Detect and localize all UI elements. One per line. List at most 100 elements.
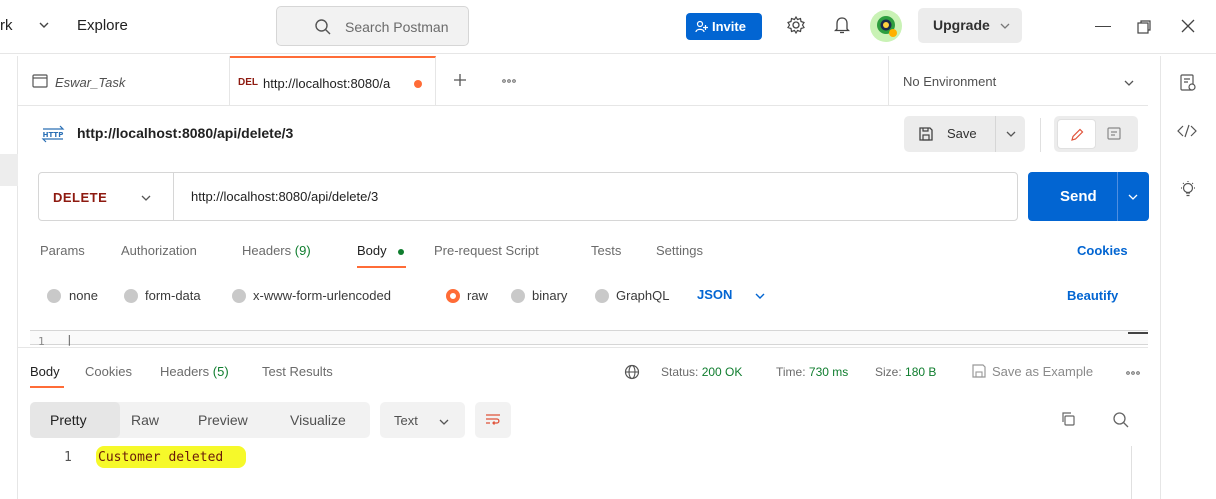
tab-pre-request-script[interactable]: Pre-request Script [434, 243, 539, 258]
cookies-link[interactable]: Cookies [1077, 243, 1128, 258]
view-preview-button[interactable]: Preview [198, 412, 248, 428]
url-input[interactable]: http://localhost:8080/api/delete/3 [191, 189, 378, 204]
divider [1040, 118, 1041, 152]
time-value: 730 ms [808, 365, 849, 379]
restore-icon[interactable] [1136, 19, 1152, 35]
response-format-label: Text [394, 413, 418, 428]
response-time: Time: 730 ms [776, 365, 848, 379]
view-toggle-group [1054, 116, 1138, 152]
editor-resize-handle[interactable] [1128, 332, 1148, 334]
globe-icon[interactable] [624, 364, 640, 380]
view-visualize-button[interactable]: Visualize [290, 412, 346, 428]
view-pretty-label: Pretty [50, 412, 87, 428]
save-icon [918, 126, 934, 142]
body-indicator-dot [398, 249, 404, 255]
more-icon[interactable] [502, 79, 516, 83]
tab-settings[interactable]: Settings [656, 243, 703, 258]
upgrade-button[interactable]: Upgrade [918, 8, 1022, 43]
tab-body[interactable]: Body [357, 243, 387, 258]
comment-icon[interactable] [1106, 126, 1122, 142]
edit-mode-button[interactable] [1057, 119, 1096, 149]
response-tab-cookies[interactable]: Cookies [85, 364, 132, 379]
divider [18, 347, 1148, 348]
response-format-select[interactable]: Text [380, 402, 465, 438]
size-label: Size: [875, 365, 902, 379]
tab-tests[interactable]: Tests [591, 243, 621, 258]
chevron-down-icon[interactable] [1127, 192, 1139, 202]
response-status: Status: 200 OK [661, 365, 742, 379]
workspace-name[interactable]: rk [0, 17, 13, 34]
environment-quick-look-icon[interactable] [1179, 74, 1197, 92]
chevron-down-icon [1123, 78, 1135, 88]
bell-icon[interactable] [834, 15, 850, 35]
environment-select[interactable]: No Environment [888, 56, 1148, 106]
close-icon[interactable] [1180, 18, 1196, 34]
view-raw-button[interactable]: Raw [131, 412, 159, 428]
invite-button[interactable]: Invite [686, 13, 762, 40]
response-line-number: 1 [64, 450, 72, 465]
radio-graphql[interactable] [595, 289, 609, 303]
code-icon[interactable] [1177, 124, 1197, 138]
tab-headers[interactable]: Headers (9) [242, 243, 311, 258]
save-options-button[interactable] [995, 116, 1025, 152]
response-tab-headers[interactable]: Headers (5) [160, 364, 229, 379]
unsaved-dot [414, 80, 422, 88]
divider [1117, 172, 1118, 221]
save-as-example-button[interactable]: Save as Example [992, 364, 1093, 379]
time-label: Time: [776, 365, 806, 379]
save-label: Save [947, 126, 977, 141]
beautify-link[interactable]: Beautify [1067, 288, 1118, 303]
tab-params[interactable]: Params [40, 243, 85, 258]
copy-icon[interactable] [1060, 411, 1076, 427]
svg-text:HTTP: HTTP [43, 131, 64, 139]
response-tab-body[interactable]: Body [30, 364, 60, 379]
response-tab-test-results[interactable]: Test Results [262, 364, 333, 379]
radio-form-data[interactable] [124, 289, 138, 303]
minimize-icon[interactable] [1095, 26, 1111, 27]
response-scrollbar[interactable] [1131, 446, 1132, 499]
avatar[interactable] [869, 9, 903, 43]
tab-label: Eswar_Task [55, 75, 126, 90]
body-format-select[interactable]: JSON [697, 287, 732, 302]
tab-delete-request[interactable]: DEL http://localhost:8080/a [230, 56, 436, 106]
environment-label: No Environment [903, 74, 997, 89]
response-headers-count: (5) [212, 364, 229, 379]
radio-binary[interactable] [511, 289, 525, 303]
headers-count: (9) [294, 243, 311, 258]
chevron-down-icon [999, 21, 1011, 31]
invite-label: Invite [712, 19, 746, 34]
pencil-icon [1070, 128, 1084, 142]
chevron-down-icon [140, 193, 152, 203]
response-body-text: Customer deleted [98, 450, 224, 465]
response-size: Size: 180 B [875, 365, 936, 379]
send-button[interactable]: Send [1028, 172, 1149, 221]
body-editor[interactable] [30, 330, 1148, 345]
plus-icon[interactable] [453, 73, 467, 87]
lightbulb-icon[interactable] [1179, 180, 1197, 200]
send-label: Send [1060, 188, 1097, 205]
tab-authorization[interactable]: Authorization [121, 243, 197, 258]
radio-raw[interactable] [446, 289, 460, 303]
tab-workspace-overview[interactable]: Eswar_Task [18, 56, 230, 106]
method-select[interactable]: DELETE [39, 173, 174, 220]
window-icon [32, 74, 48, 88]
more-icon[interactable] [1126, 371, 1140, 375]
search-icon[interactable] [1112, 411, 1130, 429]
chevron-down-icon[interactable] [754, 291, 766, 301]
radio-none[interactable] [47, 289, 61, 303]
size-value: 180 B [905, 365, 937, 379]
sidebar-marker [0, 154, 18, 186]
radio-urlencoded[interactable] [232, 289, 246, 303]
explore-link[interactable]: Explore [77, 17, 128, 34]
status-value: 200 OK [701, 365, 743, 379]
http-icon: HTTP [40, 125, 66, 143]
save-button[interactable]: Save [904, 116, 1025, 152]
request-name[interactable]: http://localhost:8080/api/delete/3 [77, 125, 293, 141]
active-tab-underline [30, 386, 64, 388]
gear-icon[interactable] [786, 15, 806, 35]
chevron-down-icon[interactable] [38, 20, 50, 30]
wrap-lines-button[interactable] [475, 402, 511, 438]
radio-graphql-label: GraphQL [616, 288, 670, 303]
upgrade-label: Upgrade [933, 17, 990, 33]
chevron-down-icon [1005, 129, 1017, 139]
